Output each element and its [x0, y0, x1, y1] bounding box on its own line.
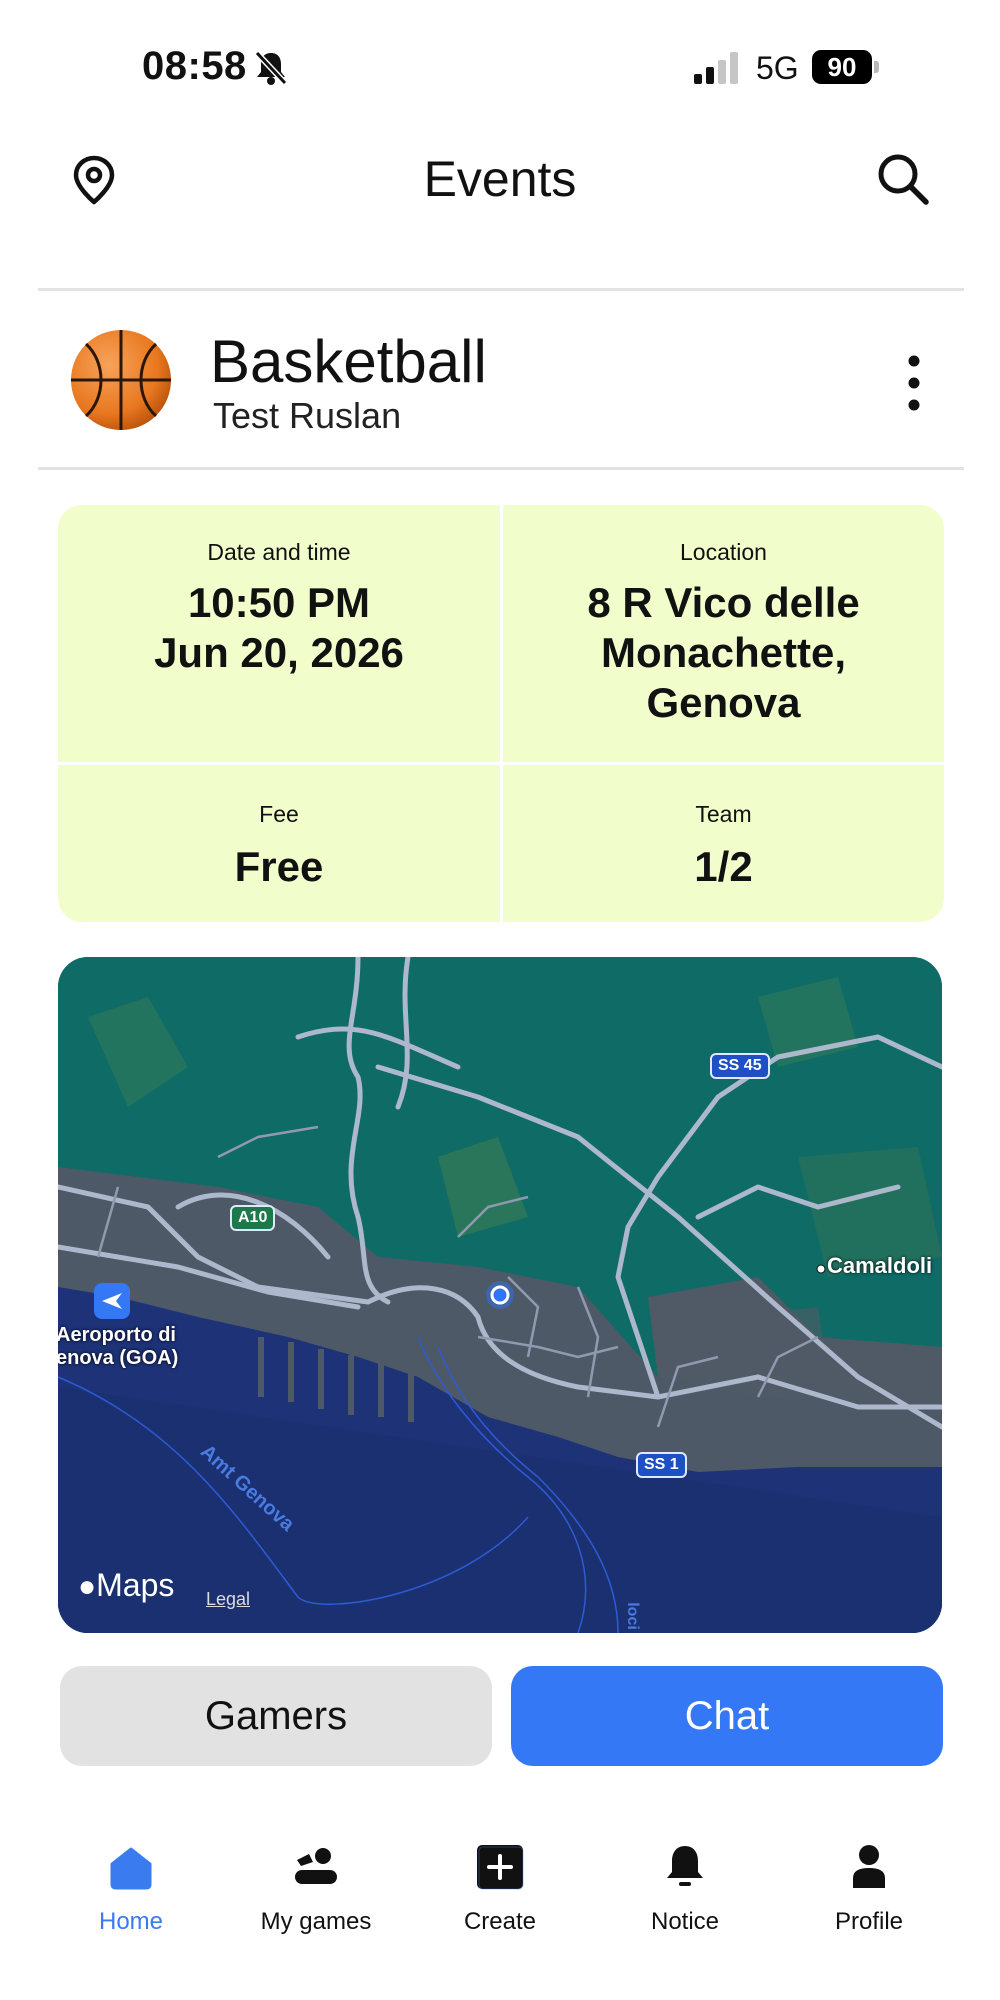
- map-label-airport-line1: Aeroporto di: [58, 1324, 176, 1346]
- profile-icon: [853, 1845, 885, 1888]
- event-title: Basketball: [210, 328, 487, 395]
- team-label: Team: [695, 801, 752, 827]
- location-line-3: Genova: [646, 679, 801, 726]
- search-icon[interactable]: [874, 150, 932, 208]
- maps-logo-text: Maps: [96, 1567, 175, 1603]
- gamers-button[interactable]: Gamers: [60, 1666, 492, 1766]
- tab-my-games[interactable]: My games: [226, 1844, 406, 1936]
- event-header: Basketball Test Ruslan: [0, 295, 1000, 467]
- chat-button[interactable]: Chat: [511, 1666, 943, 1766]
- event-divider: [38, 467, 964, 470]
- status-time: 08:58: [142, 44, 247, 88]
- tab-profile-label: Profile: [834, 1908, 904, 1935]
- datetime-time: 10:50 PM: [187, 579, 371, 626]
- bell-icon: [667, 1846, 703, 1886]
- team-value: 1/2: [694, 843, 753, 890]
- road-sign-ss45: SS 45: [710, 1053, 770, 1079]
- road-sign-a10: A10: [230, 1205, 276, 1231]
- tab-bar: Home My games Create Notice Profile: [0, 1820, 1000, 2000]
- tab-create[interactable]: Create: [410, 1844, 590, 1936]
- maps-logo: ●Maps: [78, 1567, 174, 1604]
- battery-level: 90: [812, 50, 872, 84]
- tab-home[interactable]: Home: [41, 1844, 221, 1936]
- location-cell: Location 8 R Vico delle Monachette, Geno…: [503, 505, 944, 728]
- tab-my-games-label: My games: [260, 1908, 372, 1935]
- event-map[interactable]: SS 45 A10 SS 1 Camaldoli Aeroporto di en…: [58, 957, 942, 1633]
- home-icon: [110, 1847, 152, 1890]
- create-plus-icon: [477, 1845, 524, 1890]
- datetime-label: Date and time: [207, 539, 351, 565]
- network-type: 5G: [756, 50, 799, 86]
- bell-off-icon: [254, 50, 288, 86]
- apple-logo-icon: ●: [78, 1570, 97, 1603]
- datetime-cell: Date and time 10:50 PM Jun 20, 2026: [58, 505, 500, 678]
- datetime-date: Jun 20, 2026: [154, 629, 404, 676]
- map-legal-link[interactable]: Legal: [206, 1589, 250, 1610]
- my-games-icon: [295, 1848, 337, 1884]
- map-label-route-loci: loci: [623, 1602, 641, 1630]
- map-label-airport-line2: enova (GOA): [58, 1347, 179, 1369]
- tab-profile[interactable]: Profile: [779, 1844, 959, 1936]
- battery-cap: [874, 61, 879, 73]
- tab-create-label: Create: [463, 1908, 537, 1935]
- tab-notice[interactable]: Notice: [595, 1844, 775, 1936]
- event-organizer: Test Ruslan: [213, 395, 402, 436]
- location-line-1: 8 R Vico delle: [587, 579, 860, 626]
- tab-home-label: Home: [98, 1908, 164, 1935]
- location-label: Location: [680, 539, 767, 565]
- event-info-card: Date and time 10:50 PM Jun 20, 2026 Loca…: [58, 505, 944, 922]
- team-cell: Team 1/2: [503, 765, 944, 892]
- battery-indicator: 90: [812, 50, 879, 86]
- fee-value: Free: [234, 843, 324, 890]
- more-options-icon[interactable]: [900, 353, 928, 413]
- location-line-2: Monachette,: [600, 629, 847, 676]
- map-canvas[interactable]: [58, 957, 942, 1633]
- fee-label: Fee: [259, 801, 299, 827]
- page-title: Events: [423, 151, 577, 207]
- fee-cell: Fee Free: [58, 765, 500, 892]
- map-label-camaldoli: Camaldoli: [827, 1253, 933, 1278]
- app-header: Events: [0, 130, 1000, 290]
- status-bar: 08:58 5G 90: [0, 0, 1000, 130]
- tab-notice-label: Notice: [650, 1908, 720, 1935]
- signal-icon: [694, 52, 738, 84]
- header-divider: [38, 288, 964, 291]
- basketball-icon: [71, 330, 171, 430]
- road-sign-ss1: SS 1: [636, 1452, 687, 1478]
